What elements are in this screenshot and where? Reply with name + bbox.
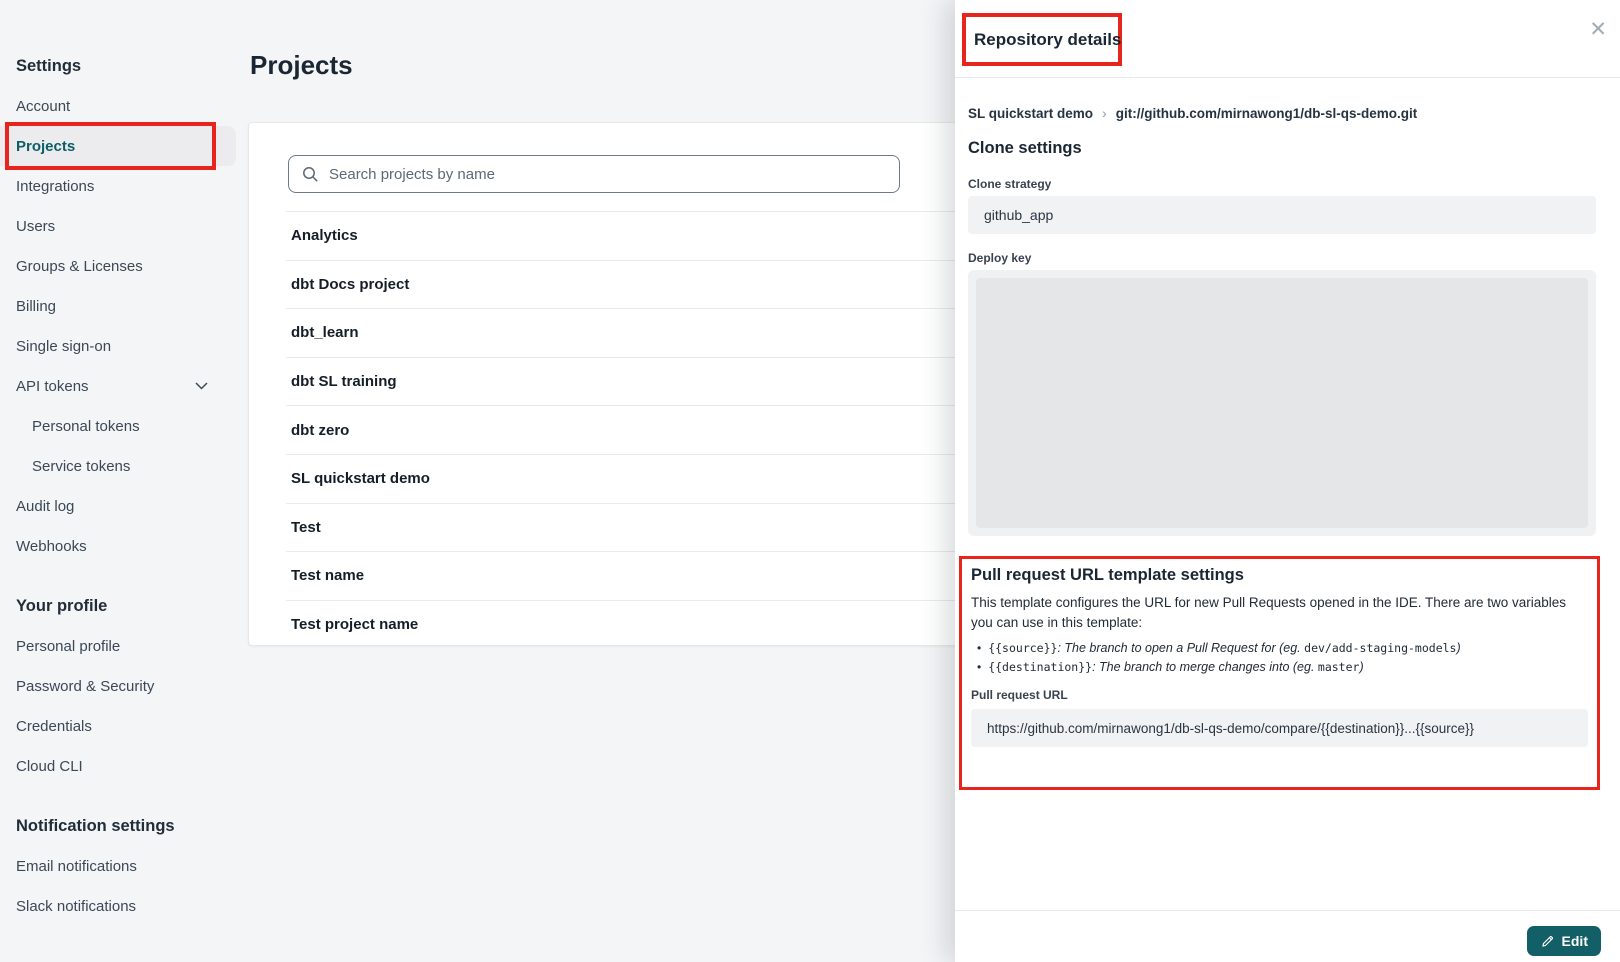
clone-strategy-label: Clone strategy [968, 177, 1051, 191]
bullet-icon: • [977, 641, 981, 657]
panel-header-divider [955, 77, 1620, 78]
search-input[interactable] [329, 166, 899, 183]
search-icon [302, 166, 319, 183]
project-name: SL quickstart demo [291, 470, 430, 487]
sidebar-item-label: Audit log [16, 498, 74, 515]
sidebar-item-groups-licenses[interactable]: Groups & Licenses [0, 246, 236, 286]
variable-example: master [1318, 660, 1360, 674]
sidebar-item-service-tokens[interactable]: Service tokens [0, 446, 236, 486]
project-name: Test [291, 519, 321, 536]
sidebar-item-integrations[interactable]: Integrations [0, 166, 236, 206]
clone-strategy-value: github_app [984, 207, 1053, 223]
sidebar-item-personal-profile[interactable]: Personal profile [0, 626, 236, 666]
variable-suffix: ) [1359, 660, 1363, 674]
project-name: dbt SL training [291, 373, 397, 390]
variable-suffix: ) [1456, 641, 1460, 655]
sidebar-item-slack-notifications[interactable]: Slack notifications [0, 886, 236, 926]
project-name: dbt Docs project [291, 276, 409, 293]
sidebar-item-email-notifications[interactable]: Email notifications [0, 846, 236, 886]
sidebar-item-cloud-cli[interactable]: Cloud CLI [0, 746, 236, 786]
sidebar-item-label: Projects [16, 138, 75, 155]
pull-request-settings-description: This template configures the URL for new… [971, 593, 1585, 633]
pull-request-url-label: Pull request URL [971, 688, 1585, 702]
bullet-icon: • [977, 660, 981, 676]
annotation-box-repository-details: Repository details [962, 13, 1122, 66]
sidebar-item-credentials[interactable]: Credentials [0, 706, 236, 746]
project-name: dbt zero [291, 422, 349, 439]
sidebar-header-settings: Settings [0, 46, 236, 86]
pull-request-settings-heading: Pull request URL template settings [971, 566, 1585, 585]
sidebar-item-label: Users [16, 218, 55, 235]
edit-button[interactable]: Edit [1527, 926, 1601, 956]
chevron-right-icon: › [1102, 105, 1107, 121]
variable-code: {{destination}} [988, 660, 1092, 674]
project-name: Test name [291, 567, 364, 584]
clone-strategy-field: github_app [968, 196, 1596, 234]
sidebar-item-label: Single sign-on [16, 338, 111, 355]
sidebar-item-label: Slack notifications [16, 898, 136, 915]
variable-example: dev/add-staging-models [1304, 641, 1456, 655]
sidebar-item-label: Credentials [16, 718, 92, 735]
sidebar-item-label: Billing [16, 298, 56, 315]
sidebar-item-single-sign-on[interactable]: Single sign-on [0, 326, 236, 366]
chevron-down-icon [195, 382, 208, 390]
sidebar-item-billing[interactable]: Billing [0, 286, 236, 326]
pull-request-url-field: https://github.com/mirnawong1/db-sl-qs-d… [971, 709, 1588, 747]
panel-footer: Edit [955, 910, 1620, 962]
list-item: • {{source}}: The branch to open a Pull … [971, 640, 1585, 657]
sidebar-item-personal-tokens[interactable]: Personal tokens [0, 406, 236, 446]
panel-title: Repository details [974, 30, 1121, 50]
repository-details-panel: Repository details ✕ SL quickstart demo … [955, 0, 1620, 962]
deploy-key-field [968, 270, 1596, 536]
settings-sidebar: Settings Account Projects Integrations U… [0, 0, 236, 962]
page-title: Projects [250, 50, 353, 81]
sidebar-item-projects[interactable]: Projects [0, 126, 236, 166]
breadcrumb: SL quickstart demo › git://github.com/mi… [968, 100, 1417, 126]
sidebar-item-label: Groups & Licenses [16, 258, 143, 275]
clone-settings-heading: Clone settings [968, 139, 1082, 158]
sidebar-header-notification-settings: Notification settings [0, 806, 236, 846]
sidebar-item-label: Service tokens [32, 458, 130, 475]
sidebar-item-label: Cloud CLI [16, 758, 83, 775]
pull-request-url-value: https://github.com/mirnawong1/db-sl-qs-d… [987, 721, 1474, 736]
breadcrumb-project[interactable]: SL quickstart demo [968, 106, 1093, 121]
sidebar-item-audit-log[interactable]: Audit log [0, 486, 236, 526]
close-icon[interactable]: ✕ [1589, 19, 1607, 40]
variable-description: : The branch to merge changes into (eg. [1092, 660, 1318, 674]
sidebar-item-label: Password & Security [16, 678, 154, 695]
sidebar-item-label: Personal profile [16, 638, 120, 655]
pencil-icon [1540, 934, 1555, 949]
variable-code: {{source}} [988, 641, 1057, 655]
edit-button-label: Edit [1562, 933, 1588, 949]
sidebar-header-your-profile: Your profile [0, 586, 236, 626]
sidebar-item-label: Account [16, 98, 70, 115]
deploy-key-redacted-value [976, 278, 1588, 528]
project-name: dbt_learn [291, 324, 359, 341]
breadcrumb-repo-url: git://github.com/mirnawong1/db-sl-qs-dem… [1116, 106, 1417, 121]
project-name: Analytics [291, 227, 358, 244]
sidebar-item-api-tokens[interactable]: API tokens [0, 366, 236, 406]
sidebar-item-users[interactable]: Users [0, 206, 236, 246]
deploy-key-label: Deploy key [968, 251, 1031, 265]
search-box[interactable] [288, 155, 900, 193]
sidebar-item-label: Webhooks [16, 538, 87, 555]
sidebar-item-label: API tokens [16, 378, 89, 395]
sidebar-item-label: Integrations [16, 178, 94, 195]
sidebar-item-webhooks[interactable]: Webhooks [0, 526, 236, 566]
variable-description: : The branch to open a Pull Request for … [1057, 641, 1304, 655]
project-name: Test project name [291, 616, 418, 633]
pull-request-variables-list: • {{source}}: The branch to open a Pull … [971, 640, 1585, 675]
sidebar-item-label: Email notifications [16, 858, 137, 875]
sidebar-item-account[interactable]: Account [0, 86, 236, 126]
sidebar-item-password-security[interactable]: Password & Security [0, 666, 236, 706]
annotation-box-pull-request-settings: Pull request URL template settings This … [959, 556, 1600, 790]
list-item: • {{destination}}: The branch to merge c… [971, 659, 1585, 676]
sidebar-item-label: Personal tokens [32, 418, 140, 435]
